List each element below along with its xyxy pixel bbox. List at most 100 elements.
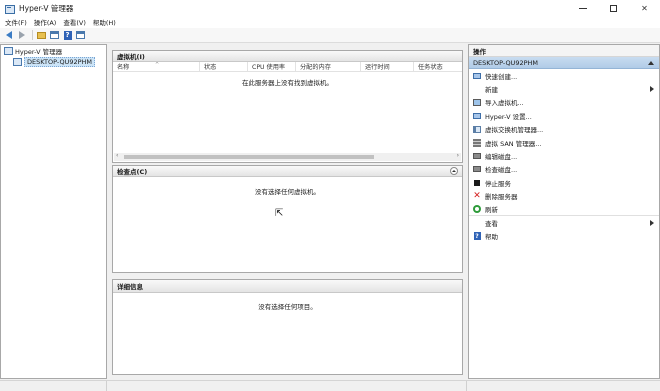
column-task-status[interactable]: 任务状态 <box>414 62 462 71</box>
sort-indicator-icon: ^ <box>155 62 160 68</box>
menu-file[interactable]: 文件(F) <box>5 17 27 27</box>
action-pane-icon <box>76 31 85 39</box>
action-stop-service[interactable]: 停止服务 <box>469 176 659 189</box>
help-icon: ? <box>473 232 481 241</box>
san-icon <box>473 138 481 147</box>
checkpoint-panel-title: 检查点(C) <box>117 168 148 176</box>
action-label: 编辑磁盘... <box>485 153 518 162</box>
hyperv-manager-icon <box>4 46 13 55</box>
submenu-arrow-icon <box>650 86 654 93</box>
action-label: 查看 <box>485 219 498 228</box>
show-action-pane-button[interactable] <box>75 30 86 41</box>
tree-item-server[interactable]: DESKTOP-QU92PHM <box>1 56 106 67</box>
action-refresh[interactable]: 刷新 <box>469 203 659 217</box>
action-edit-disk[interactable]: 编辑磁盘... <box>469 149 659 162</box>
actions-server-header[interactable]: DESKTOP-QU92PHM <box>469 57 659 69</box>
action-quick-create[interactable]: 快速创建... <box>469 69 659 82</box>
forward-arrow-icon <box>18 31 25 39</box>
vm-column-headers: ^ 名称 状态 CPU 使用率 分配的内存 运行时间 任务状态 <box>113 62 462 72</box>
tree-item-hyperv-manager[interactable]: Hyper-V 管理器 <box>1 45 106 56</box>
column-cpu[interactable]: CPU 使用率 <box>248 62 296 71</box>
back-arrow-icon <box>5 31 12 39</box>
column-memory[interactable]: 分配的内存 <box>296 62 361 71</box>
action-help[interactable]: ? 帮助 <box>469 230 659 243</box>
status-bar <box>0 380 660 391</box>
actions-server-label: DESKTOP-QU92PHM <box>473 58 539 67</box>
mouse-pointer-icon: ⇱ <box>275 208 284 219</box>
forward-button[interactable] <box>16 30 27 41</box>
close-icon: ✕ <box>641 3 648 13</box>
status-segment <box>0 381 107 391</box>
stop-icon <box>473 179 481 187</box>
action-label: 虚拟 SAN 管理器... <box>485 139 542 148</box>
action-virtual-switch-manager[interactable]: 虚拟交换机管理器... <box>469 123 659 136</box>
console-tree: Hyper-V 管理器 DESKTOP-QU92PHM <box>0 44 107 379</box>
submenu-arrow-icon <box>650 220 654 227</box>
settings-icon <box>473 112 481 120</box>
action-hyperv-settings[interactable]: Hyper-V 设置... <box>469 109 659 122</box>
back-button[interactable] <box>3 30 14 41</box>
collapse-up-icon[interactable] <box>648 61 654 65</box>
action-label: 刷新 <box>485 206 498 215</box>
checkpoint-empty-message: 没有选择任何虚拟机。 <box>255 188 320 196</box>
action-label: 导入虚拟机... <box>485 99 524 108</box>
vm-horizontal-scrollbar[interactable]: ‹ › <box>114 152 461 161</box>
help-button[interactable]: ? <box>62 30 73 41</box>
folder-up-icon <box>37 31 46 39</box>
maximize-button[interactable] <box>598 0 629 16</box>
delete-icon: ✕ <box>473 191 481 202</box>
action-label: 帮助 <box>485 233 498 242</box>
menu-action[interactable]: 操作(A) <box>34 17 57 27</box>
scrollbar-thumb[interactable] <box>124 155 374 159</box>
action-virtual-san-manager[interactable]: 虚拟 SAN 管理器... <box>469 136 659 149</box>
close-button[interactable]: ✕ <box>629 0 660 16</box>
server-icon <box>13 57 22 66</box>
menu-bar: 文件(F) 操作(A) 查看(V) 帮助(H) <box>0 16 660 28</box>
show-pane-icon <box>50 31 59 39</box>
toolbar-separator <box>32 30 33 40</box>
import-vm-icon <box>473 98 481 106</box>
action-new[interactable]: 新建 <box>469 82 659 95</box>
action-remove-server[interactable]: ✕ 删除服务器 <box>469 190 659 203</box>
action-label: 虚拟交换机管理器... <box>485 126 544 135</box>
action-import-vm[interactable]: 导入虚拟机... <box>469 96 659 109</box>
status-segment <box>467 381 660 391</box>
up-button[interactable] <box>36 30 47 41</box>
action-view[interactable]: 查看 <box>469 216 659 229</box>
action-label: 新建 <box>485 86 498 95</box>
action-label: Hyper-V 设置... <box>485 112 532 121</box>
action-label: 删除服务器 <box>485 193 518 202</box>
action-inspect-disk[interactable]: 检查磁盘... <box>469 163 659 176</box>
details-panel-header: 详细信息 <box>113 280 462 293</box>
tree-item-label: Hyper-V 管理器 <box>15 47 63 56</box>
center-pane: 虚拟机(I) ^ 名称 状态 CPU 使用率 分配的内存 运行时间 任务状态 在… <box>112 44 463 379</box>
window-title: Hyper-V 管理器 <box>19 3 74 13</box>
column-uptime[interactable]: 运行时间 <box>361 62 414 71</box>
help-icon: ? <box>63 30 72 40</box>
window-controls: ✕ <box>567 0 660 16</box>
actions-pane-title: 操作 <box>469 45 659 57</box>
collapse-icon[interactable] <box>450 167 458 175</box>
details-empty-message: 没有选择任何项目。 <box>258 303 317 311</box>
scroll-right-icon[interactable]: › <box>457 152 459 159</box>
minimize-button[interactable] <box>567 0 598 16</box>
menu-view[interactable]: 查看(V) <box>63 17 86 27</box>
vm-panel-header: 虚拟机(I) <box>113 51 462 62</box>
details-panel: 详细信息 没有选择任何项目。 <box>112 279 463 375</box>
switch-icon <box>473 125 481 133</box>
scroll-left-icon[interactable]: ‹ <box>116 152 118 159</box>
menu-help[interactable]: 帮助(H) <box>93 17 116 27</box>
action-label: 检查磁盘... <box>485 166 518 175</box>
show-hide-tree-button[interactable] <box>49 30 60 41</box>
title-bar: Hyper-V 管理器 ✕ <box>0 0 660 16</box>
checkpoint-panel: 检查点(C) 没有选择任何虚拟机。 <box>112 165 463 273</box>
status-segment <box>107 381 467 391</box>
actions-pane: 操作 DESKTOP-QU92PHM 快速创建... 新建 导入虚拟机... H… <box>468 44 660 379</box>
maximize-icon <box>610 4 617 12</box>
column-state[interactable]: 状态 <box>200 62 248 71</box>
details-panel-title: 详细信息 <box>117 283 143 291</box>
vm-panel: 虚拟机(I) ^ 名称 状态 CPU 使用率 分配的内存 运行时间 任务状态 在… <box>112 50 463 163</box>
inspect-disk-icon <box>473 165 481 173</box>
checkpoint-panel-header: 检查点(C) <box>113 166 462 177</box>
action-label: 停止服务 <box>485 179 511 188</box>
